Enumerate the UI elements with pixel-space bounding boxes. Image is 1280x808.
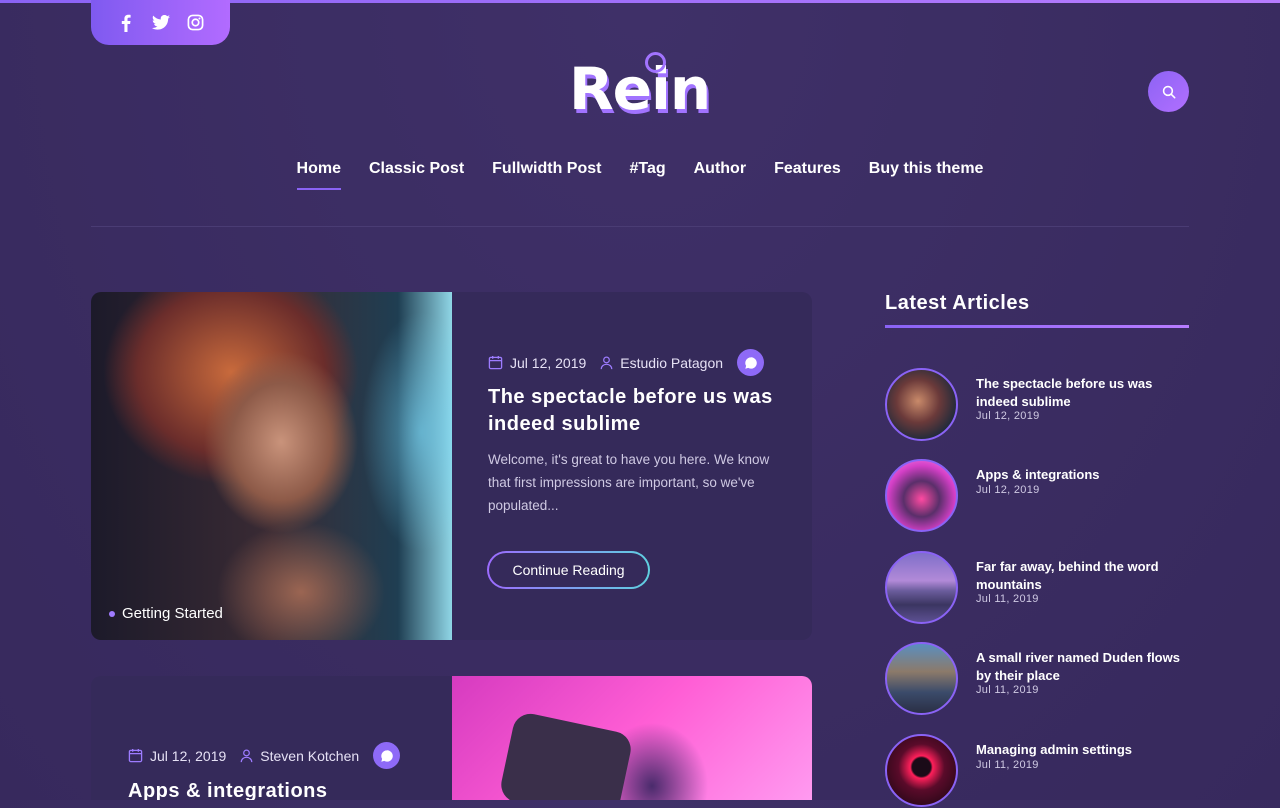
logo-dot-mark (645, 52, 666, 73)
nav-item-home[interactable]: Home (296, 160, 342, 190)
article-title[interactable]: Apps & integrations (976, 466, 1186, 484)
nav-item-tag[interactable]: #Tag (629, 160, 665, 190)
nav-item-buy-theme[interactable]: Buy this theme (869, 160, 984, 190)
latest-articles-sidebar: Latest Articles The spectacle before us … (885, 292, 1189, 807)
post-meta: Jul 12, 2019 Steven Kotchen (128, 742, 401, 769)
article-thumbnail[interactable] (885, 642, 958, 715)
article-title[interactable]: Far far away, behind the word mountains (976, 558, 1186, 594)
article-date: Jul 12, 2019 (976, 410, 1040, 422)
sidebar-article[interactable]: The spectacle before us was indeed subli… (885, 368, 1189, 442)
twitter-icon[interactable] (151, 13, 171, 33)
post-tag[interactable]: Getting Started (109, 605, 223, 622)
post-date: Jul 12, 2019 (150, 747, 227, 764)
article-date: Jul 11, 2019 (976, 593, 1039, 605)
article-date: Jul 12, 2019 (976, 484, 1040, 496)
article-title[interactable]: The spectacle before us was indeed subli… (976, 375, 1186, 411)
sidebar-heading: Latest Articles (885, 292, 1030, 314)
article-date: Jul 11, 2019 (976, 684, 1039, 696)
social-links (91, 0, 230, 45)
user-icon (240, 749, 253, 762)
post-author[interactable]: Steven Kotchen (260, 748, 359, 764)
sidebar-article[interactable]: Managing admin settings Jul 11, 2019 (885, 734, 1189, 808)
comments-button[interactable] (373, 742, 401, 769)
tag-dot-icon (109, 610, 115, 617)
nav-item-classic-post[interactable]: Classic Post (369, 160, 464, 190)
search-button[interactable] (1148, 71, 1189, 112)
post-meta: Jul 12, 2019 Estudio Patagon (488, 349, 765, 376)
nav-item-author[interactable]: Author (694, 160, 746, 190)
post-title[interactable]: Apps & integrations (128, 780, 328, 800)
article-thumbnail[interactable] (885, 459, 958, 532)
article-thumbnail[interactable] (885, 734, 958, 807)
post-tag-label: Getting Started (122, 605, 223, 622)
post-card: Getting Started Jul 12, 2019 Estudio Pat… (91, 292, 812, 640)
search-icon (1162, 85, 1175, 98)
site-logo[interactable]: Rein (569, 55, 719, 125)
article-title[interactable]: A small river named Duden flows by their… (976, 649, 1186, 685)
facebook-icon[interactable] (116, 13, 136, 33)
post-image[interactable] (91, 292, 452, 640)
sidebar-article[interactable]: Far far away, behind the word mountains … (885, 551, 1189, 625)
instagram-icon[interactable] (186, 13, 206, 33)
post-date: Jul 12, 2019 (510, 354, 587, 371)
comment-icon (380, 749, 393, 762)
article-thumbnail[interactable] (885, 368, 958, 441)
calendar-icon (128, 748, 143, 763)
main-nav: Home Classic Post Fullwidth Post #Tag Au… (0, 160, 1280, 190)
calendar-icon (488, 355, 503, 370)
post-excerpt: Welcome, it's great to have you here. We… (488, 452, 770, 513)
article-date: Jul 11, 2019 (976, 759, 1039, 771)
sidebar-article[interactable]: Apps & integrations Jul 12, 2019 (885, 459, 1189, 533)
header-divider (91, 226, 1189, 227)
article-title[interactable]: Managing admin settings (976, 741, 1186, 759)
post-author[interactable]: Estudio Patagon (620, 355, 723, 371)
user-icon (600, 356, 613, 369)
post-title[interactable]: The spectacle before us was indeed subli… (488, 384, 788, 438)
comments-button[interactable] (737, 349, 765, 376)
article-thumbnail[interactable] (885, 551, 958, 624)
nav-item-features[interactable]: Features (774, 160, 841, 190)
comment-icon (744, 356, 757, 369)
sidebar-article[interactable]: A small river named Duden flows by their… (885, 642, 1189, 716)
nav-item-fullwidth-post[interactable]: Fullwidth Post (492, 160, 601, 190)
continue-reading-button[interactable]: Continue Reading (487, 551, 650, 589)
post-card: Jul 12, 2019 Steven Kotchen Apps & integ… (91, 676, 812, 800)
sidebar-heading-underline (885, 325, 1189, 328)
